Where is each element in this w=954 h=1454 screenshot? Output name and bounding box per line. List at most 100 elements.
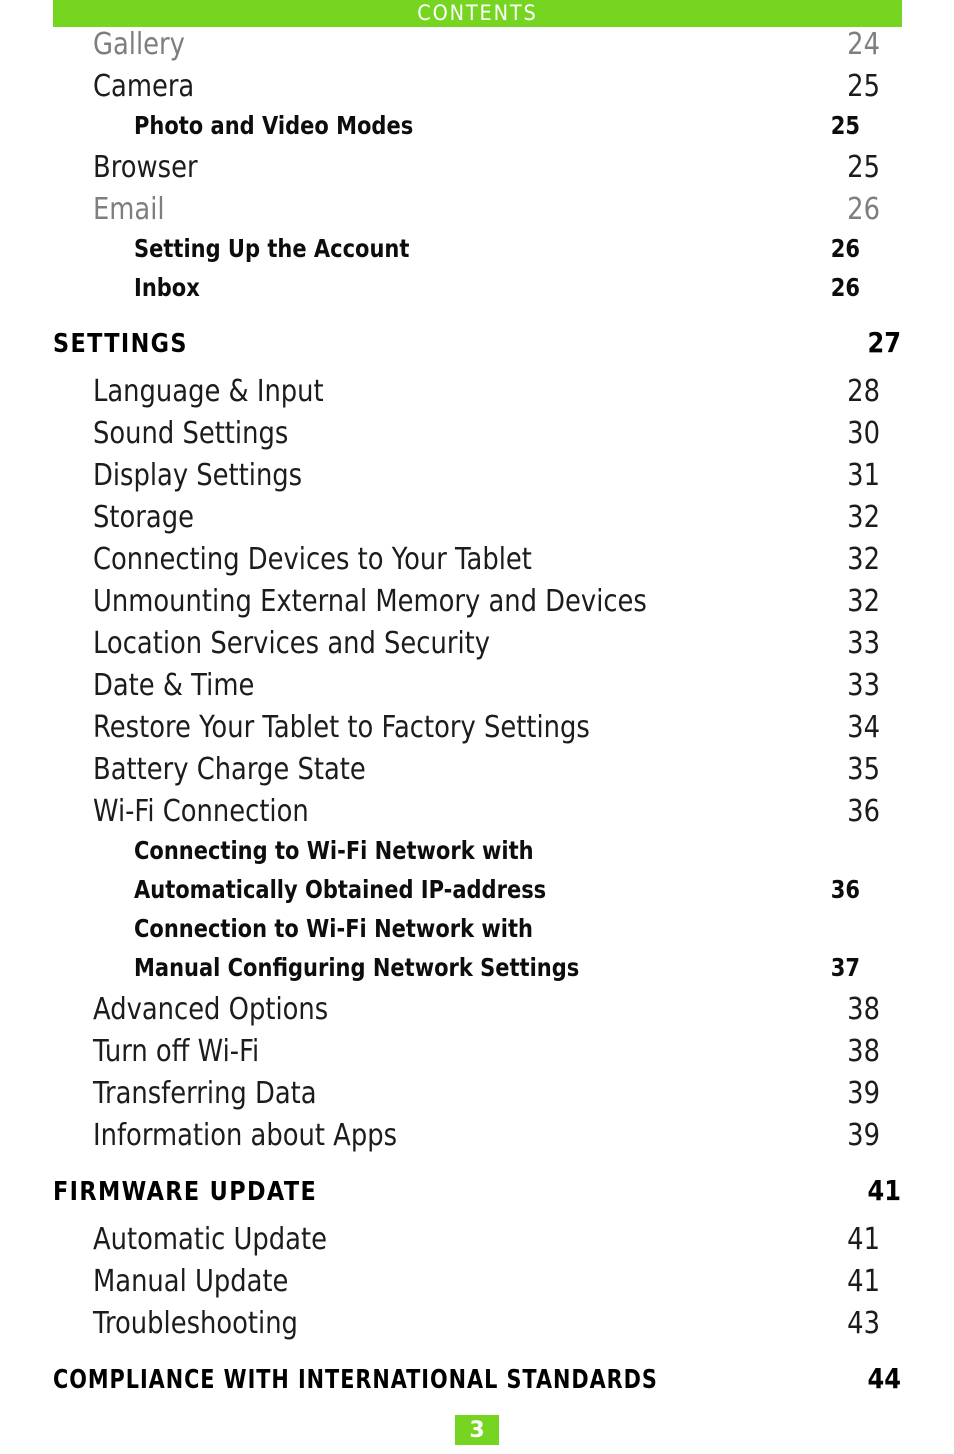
toc-entry-label: Manual Update — [93, 1264, 289, 1299]
page-number-badge: 3 — [455, 1415, 499, 1445]
toc-entry-page-number: 34 — [847, 710, 880, 745]
toc-entry-manual-update[interactable]: Manual Update 41 — [0, 1264, 954, 1306]
toc-subentry-label: Setting Up the Account — [134, 234, 410, 263]
toc-entry-page-number: 36 — [847, 794, 880, 829]
toc-entry-display-settings[interactable]: Display Settings 31 — [0, 458, 954, 500]
toc-entry-label: Turn off Wi-Fi — [93, 1034, 260, 1069]
toc-entry-label: Storage — [93, 500, 194, 535]
toc-entry-page-number: 39 — [847, 1118, 880, 1153]
toc-subentry-label: Automatically Obtained IP-address — [134, 875, 547, 904]
toc-entry-page-number: 43 — [847, 1306, 880, 1341]
toc-subentry-label: Connecting to Wi-Fi Network with — [134, 836, 534, 865]
page-number-footer: 3 — [0, 1415, 954, 1445]
toc-entry-page-number: 33 — [847, 668, 880, 703]
toc-entry-restore-your-tablet-to-factory-settings[interactable]: Restore Your Tablet to Factory Settings 3… — [0, 710, 954, 752]
toc-entry-label: Information about Apps — [93, 1118, 398, 1153]
table-of-contents-list: Gallery 24 Camera 25 Photo and Video Modes 25… — [0, 27, 954, 1410]
toc-section-page-number: 27 — [867, 326, 901, 359]
toc-entry-label: Connecting Devices to Your Tablet — [93, 542, 532, 577]
toc-entry-page-number: 26 — [847, 192, 880, 227]
toc-entry-label: Sound Settings — [93, 416, 289, 451]
toc-entry-page-number: 38 — [847, 992, 880, 1027]
toc-subentry-setting-up-the-account[interactable]: Setting Up the Account 26 — [0, 234, 954, 273]
toc-entry-page-number: 24 — [847, 27, 880, 62]
toc-entry-page-number: 38 — [847, 1034, 880, 1069]
toc-entry-label: Date & Time — [93, 668, 255, 703]
toc-entry-label: Restore Your Tablet to Factory Settings — [93, 710, 590, 745]
toc-entry-label: Battery Charge State — [93, 752, 366, 787]
toc-entry-label: Advanced Options — [93, 992, 329, 1027]
toc-entry-automatic-update[interactable]: Automatic Update 41 — [0, 1222, 954, 1264]
toc-subentry-inbox[interactable]: Inbox 26 — [0, 273, 954, 312]
toc-entry-troubleshooting[interactable]: Troubleshooting 43 — [0, 1306, 954, 1348]
toc-entry-label: Display Settings — [93, 458, 303, 493]
toc-entry-browser[interactable]: Browser 25 — [0, 150, 954, 192]
toc-subentry-page-number: 37 — [830, 953, 860, 982]
toc-entry-sound-settings[interactable]: Sound Settings 30 — [0, 416, 954, 458]
toc-entry-page-number: 39 — [847, 1076, 880, 1111]
toc-subentry-automatically-obtained-ip-address[interactable]: Connecting to Wi-Fi Network with Automati… — [0, 836, 954, 914]
toc-subentry-photo-and-video-modes[interactable]: Photo and Video Modes 25 — [0, 111, 954, 150]
toc-entry-page-number: 41 — [847, 1222, 880, 1257]
toc-subentry-line-2: Manual Configuring Network Settings 37 — [134, 953, 954, 992]
toc-entry-label: Email — [93, 192, 165, 227]
toc-entry-information-about-apps[interactable]: Information about Apps 39 — [0, 1118, 954, 1160]
toc-section-settings[interactable]: SETTINGS 27 — [0, 326, 954, 374]
toc-entry-turn-off-wi-fi[interactable]: Turn off Wi-Fi 38 — [0, 1034, 954, 1076]
toc-section-compliance-with-international-standards[interactable]: COMPLIANCE WITH INTERNATIONAL STANDARDS 4… — [0, 1362, 954, 1410]
toc-entry-page-number: 32 — [847, 584, 880, 619]
toc-subentry-line-1: Connecting to Wi-Fi Network with — [134, 836, 954, 875]
toc-entry-storage[interactable]: Storage 32 — [0, 500, 954, 542]
contents-header-bar: CONTENTS — [53, 0, 902, 27]
toc-entry-email[interactable]: Email 26 — [0, 192, 954, 234]
toc-entry-page-number: 32 — [847, 500, 880, 535]
toc-entry-label: Location Services and Security — [93, 626, 491, 661]
toc-entry-date-time[interactable]: Date & Time 33 — [0, 668, 954, 710]
toc-entry-page-number: 30 — [847, 416, 880, 451]
toc-entry-label: Wi-Fi Connection — [93, 794, 309, 829]
toc-entry-label: Troubleshooting — [93, 1306, 298, 1341]
toc-section-page-number: 41 — [867, 1174, 901, 1207]
toc-subentry-page-number: 26 — [830, 273, 860, 302]
toc-entry-page-number: 28 — [847, 374, 880, 409]
toc-entry-label: Gallery — [93, 27, 185, 62]
toc-subentry-page-number: 36 — [830, 875, 860, 904]
toc-subentry-label: Photo and Video Modes — [134, 111, 414, 140]
toc-section-firmware-update[interactable]: FIRMWARE UPDATE 41 — [0, 1174, 954, 1222]
toc-entry-page-number: 35 — [847, 752, 880, 787]
toc-entry-transferring-data[interactable]: Transferring Data 39 — [0, 1076, 954, 1118]
toc-subentry-label: Connection to Wi-Fi Network with — [134, 914, 533, 943]
toc-entry-connecting-devices-to-your-tablet[interactable]: Connecting Devices to Your Tablet 32 — [0, 542, 954, 584]
toc-subentry-manual-configuring-network-settings[interactable]: Connection to Wi-Fi Network with Manual C… — [0, 914, 954, 992]
toc-entry-language-input[interactable]: Language & Input 28 — [0, 374, 954, 416]
toc-subentry-page-number: 26 — [830, 234, 860, 263]
toc-entry-unmounting-external-memory-and-devices[interactable]: Unmounting External Memory and Devices 32 — [0, 584, 954, 626]
page-title: CONTENTS — [417, 1, 538, 25]
toc-section-label: COMPLIANCE WITH INTERNATIONAL STANDARDS — [53, 1365, 658, 1395]
toc-entry-label: Transferring Data — [93, 1076, 317, 1111]
toc-entry-wi-fi-connection[interactable]: Wi-Fi Connection 36 — [0, 794, 954, 836]
toc-entry-gallery[interactable]: Gallery 24 — [0, 27, 954, 69]
toc-entry-page-number: 41 — [847, 1264, 880, 1299]
toc-entry-label: Automatic Update — [93, 1222, 327, 1257]
toc-entry-page-number: 31 — [847, 458, 880, 493]
toc-entry-advanced-options[interactable]: Advanced Options 38 — [0, 992, 954, 1034]
toc-entry-location-services-and-security[interactable]: Location Services and Security 33 — [0, 626, 954, 668]
toc-entry-battery-charge-state[interactable]: Battery Charge State 35 — [0, 752, 954, 794]
toc-entry-label: Language & Input — [93, 374, 324, 409]
toc-section-label: SETTINGS — [53, 329, 188, 359]
toc-subentry-label: Inbox — [134, 273, 200, 302]
toc-subentry-line-2: Automatically Obtained IP-address 36 — [134, 875, 954, 914]
toc-subentry-label: Manual Configuring Network Settings — [134, 953, 580, 982]
toc-entry-camera[interactable]: Camera 25 — [0, 69, 954, 111]
toc-subentry-page-number: 25 — [830, 111, 860, 140]
toc-subentry-line-1: Connection to Wi-Fi Network with — [134, 914, 954, 953]
toc-entry-page-number: 33 — [847, 626, 880, 661]
toc-entry-label: Camera — [93, 69, 195, 104]
toc-entry-page-number: 25 — [847, 150, 880, 185]
toc-entry-page-number: 25 — [847, 69, 880, 104]
toc-entry-label: Browser — [93, 150, 198, 185]
toc-section-label: FIRMWARE UPDATE — [53, 1177, 318, 1207]
toc-entry-page-number: 32 — [847, 542, 880, 577]
toc-section-page-number: 44 — [867, 1362, 901, 1395]
